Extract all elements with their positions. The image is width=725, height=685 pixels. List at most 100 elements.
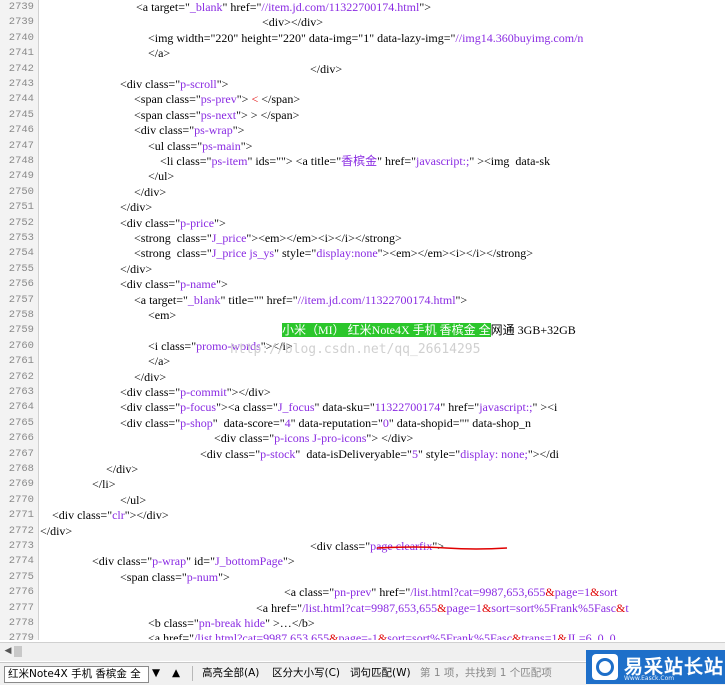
code-line: 2765 <div class="p-shop" data-score="4" d…	[0, 416, 725, 431]
find-input[interactable]: 红米Note4X 手机 香槟金 全	[4, 666, 149, 683]
line-number: 2773	[8, 540, 34, 552]
line-number: 2770	[8, 493, 34, 506]
code-line: 2776 <a class="pn-prev" href="/list.html?…	[0, 585, 725, 600]
code-token: <strong class="	[134, 231, 212, 245]
code-token: </div>	[120, 261, 153, 276]
line-number: 2758	[8, 309, 34, 321]
line-code: <div class="p-price">	[120, 216, 226, 231]
code-line: 2741 </a>	[0, 46, 725, 61]
line-code: <div class="p-stock" data-isDeliveryable…	[200, 447, 559, 462]
code-editor[interactable]: 2739 <a target="_blank" href="//item.jd.c…	[0, 0, 725, 640]
line-code: <span class="p-num">	[120, 570, 230, 585]
code-line: 2763 <div class="p-commit"></div>	[0, 385, 725, 400]
code-token: ps-wrap	[194, 123, 233, 138]
line-number: 2763	[8, 386, 34, 398]
code-token: &	[545, 585, 555, 600]
code-line: 2759 小米（MI） 红米Note4X 手机 香槟金 全网通 3GB+32GB	[0, 323, 725, 338]
code-token: <em>	[148, 308, 177, 322]
find-prev-icon[interactable]: ▼	[152, 666, 160, 681]
code-token: /list.html?cat=9987,653,655	[410, 585, 546, 600]
line-code: <em>	[148, 308, 176, 323]
code-token: "></div>	[124, 508, 169, 523]
code-token: 网通 3GB+32GB	[490, 323, 576, 338]
code-token: p-icons J-pro-icons	[274, 431, 367, 446]
code-token: display:none	[316, 246, 378, 261]
line-code: </div>	[310, 62, 342, 77]
code-line: 2757 <a target="_blank" title="" href="//…	[0, 293, 725, 308]
line-number: 2747	[8, 139, 34, 152]
code-token: <div class="	[92, 554, 153, 569]
code-token: <div class="	[120, 215, 181, 230]
line-code: <a target="_blank" href="//item.jd.com/1…	[136, 0, 431, 15]
site-logo: 易采站长站 Www.Easck.Com	[586, 650, 725, 684]
code-token: p-stock	[260, 446, 296, 461]
line-number: 2751	[8, 201, 34, 214]
code-token: ">	[236, 92, 252, 107]
code-token: &	[590, 585, 600, 600]
scrollbar-thumb[interactable]	[14, 646, 22, 657]
line-number: 2740	[8, 31, 34, 44]
find-next-icon[interactable]: ▲	[172, 666, 180, 681]
code-token: <div class="	[134, 123, 195, 138]
code-token: page=1	[446, 600, 482, 615]
line-number: 2759	[8, 324, 34, 337]
code-line: 2774 <div class="p-wrap" id="J_bottomPage…	[0, 554, 725, 569]
code-token: &	[377, 631, 388, 640]
code-line: 2739 <div></div>	[0, 15, 725, 30]
code-line: 2739 <a target="_blank" href="//item.jd.c…	[0, 0, 725, 15]
code-token: p-price	[180, 215, 215, 230]
line-number: 2746	[8, 124, 34, 137]
line-number: 2775	[8, 570, 34, 583]
line-code: <div class="clr"></div>	[52, 508, 169, 523]
code-token: //img14.360buyimg.com/n	[455, 30, 584, 45]
code-token: " href="	[377, 154, 416, 168]
scroll-left-icon[interactable]: ◀	[2, 645, 14, 658]
code-line: 2777 <a href="/list.html?cat=9987,653,655…	[0, 601, 725, 616]
code-token: J_focus	[277, 400, 315, 415]
code-token: JL=6_0_0	[566, 631, 616, 640]
code-token: //item.jd.com/11322700174.html	[261, 0, 420, 14]
line-code: <strong class="J_price js_ys" style="dis…	[134, 246, 533, 261]
code-token: " href="	[222, 0, 262, 14]
whole-word-button[interactable]: 词句匹配(W)	[350, 666, 411, 681]
line-number: 2774	[8, 555, 34, 568]
line-number: 2772	[8, 524, 34, 537]
find-status: 第 1 项，共找到 1 个匹配项	[420, 667, 552, 679]
code-token: /list.html?cat=9987,653,655	[302, 600, 438, 615]
line-number: 2767	[8, 447, 34, 460]
code-token: </a>	[148, 354, 171, 369]
code-token: "><em></em><i></i></strong>	[377, 246, 533, 261]
code-token: <span class="	[134, 107, 201, 122]
code-token: <b class="	[148, 616, 199, 630]
code-token: t	[625, 600, 629, 615]
code-token: <span class="	[134, 92, 201, 107]
line-code: <a href="/list.html?cat=9987,653,655&pag…	[148, 631, 616, 640]
code-token: _blank	[187, 292, 221, 307]
code-token: javascript:;	[479, 400, 533, 415]
code-token: ">	[419, 0, 431, 14]
logo-url: Www.Easck.Com	[624, 675, 675, 682]
code-line: 2773 <div class="page clearfix">	[0, 539, 725, 554]
line-code: <div class="p-focus"><a class="J_focus" …	[120, 400, 557, 415]
code-token: display: none;	[460, 446, 528, 461]
line-number: 2752	[8, 216, 34, 229]
code-token: "><em></em><i></i></strong>	[246, 231, 402, 245]
code-line: 2753 <strong class="J_price"><em></em><i>…	[0, 231, 725, 246]
code-token: &	[557, 631, 567, 640]
match-case-button[interactable]: 区分大小写(C)	[272, 666, 340, 681]
code-token: <a target="	[136, 0, 190, 14]
code-token: </span>	[258, 92, 301, 107]
code-token: " data-score="	[212, 415, 285, 430]
line-number: 2745	[8, 108, 34, 121]
code-token: " ids=""> <a title="	[247, 154, 342, 168]
line-number: 2757	[8, 293, 34, 306]
code-token: <img width="220" height="220" data-img="…	[148, 30, 456, 45]
code-token: </div>	[120, 200, 153, 215]
code-token: 香槟金	[341, 154, 378, 168]
line-code: <img width="220" height="220" data-img="…	[148, 31, 583, 46]
code-token: &	[481, 600, 492, 615]
code-token: &	[512, 631, 522, 640]
highlight-all-button[interactable]: 高亮全部(A)	[202, 666, 259, 681]
code-token: <div class="	[52, 508, 113, 523]
line-number: 2739	[8, 1, 34, 13]
